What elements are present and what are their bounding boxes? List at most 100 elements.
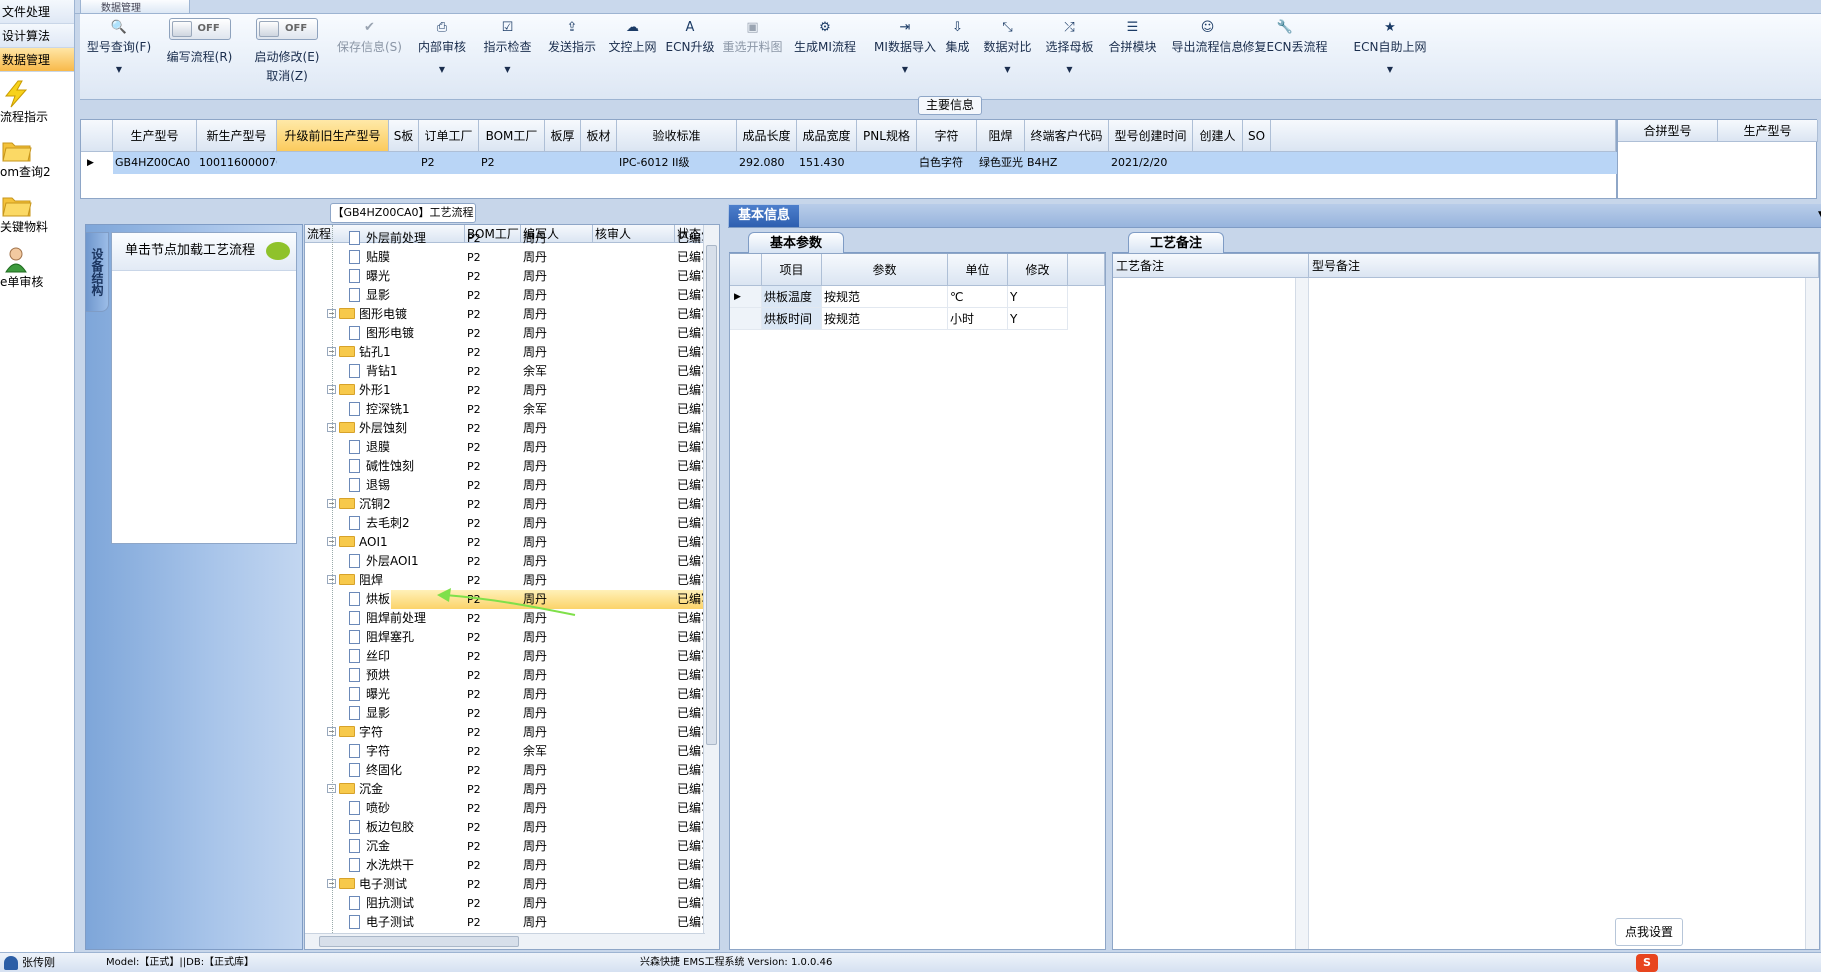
menu-item[interactable]: 设计算法 (0, 24, 74, 48)
main-info-row-selected[interactable] (113, 152, 1626, 174)
toolbar-button-5[interactable]: ⎙ 内部审核 ▼ (412, 14, 472, 74)
param-cell-edit[interactable]: Y (1008, 286, 1068, 308)
chevron-down-icon[interactable]: ▼ (1350, 65, 1430, 74)
tree-row[interactable]: 退锡 P2 周丹 已编写 (305, 476, 713, 495)
tree-node[interactable]: 曝光 (349, 685, 390, 704)
tab-basic-params[interactable]: 基本参数 (748, 232, 844, 253)
tree-node[interactable]: − AOI1 (327, 533, 388, 552)
grid-cell[interactable]: P2 (419, 152, 479, 174)
tree-row[interactable]: 外层前处理 P2 周丹 已编写 (305, 229, 713, 248)
tree-row[interactable]: 贴膜 P2 周丹 已编写 (305, 248, 713, 267)
tree-row[interactable]: 板边包胶 P2 周丹 已编写 (305, 818, 713, 837)
cancel-label[interactable]: 取消(Z) (247, 67, 327, 84)
chevron-down-icon[interactable]: ▼ (84, 65, 154, 74)
tree-node[interactable]: 烘板 (349, 590, 390, 609)
toolbar-button-13[interactable]: ⇩ 集成 (940, 14, 975, 55)
tree-node[interactable]: − 外形1 (327, 381, 391, 400)
note-column-header[interactable]: 工艺备注 (1113, 254, 1309, 278)
tree-row[interactable]: 曝光 P2 周丹 已编写 (305, 685, 713, 704)
tree-row[interactable]: 显影 P2 周丹 已编写 (305, 286, 713, 305)
tree-node[interactable]: 预烘 (349, 666, 390, 685)
toolbar-button-9[interactable]: A ECN升级 (665, 14, 715, 55)
off-toggle[interactable]: OFF (256, 18, 318, 40)
toolbar-button-19[interactable]: ★ ECN自助上网 ▼ (1350, 14, 1430, 74)
grid-cell[interactable]: 白色字符 (917, 152, 977, 174)
settings-button[interactable]: 点我设置 (1615, 918, 1683, 946)
tree-row[interactable]: 阻抗测试 P2 周丹 已编写 (305, 894, 713, 913)
tree-node[interactable]: 背钻1 (349, 362, 398, 381)
tree-row[interactable]: 退膜 P2 周丹 已编写 (305, 438, 713, 457)
nav-item[interactable]: e单审核 (0, 239, 74, 294)
tree-row[interactable]: − 钻孔1 P2 周丹 已编写 (305, 343, 713, 362)
column-header[interactable]: 板厚 (545, 120, 581, 152)
menu-item[interactable]: 文件处理 (0, 0, 74, 24)
param-column-header[interactable]: 单位 (948, 254, 1008, 286)
tree-node[interactable]: 阻焊塞孔 (349, 628, 414, 647)
tree-row[interactable]: 水洗烘干 P2 周丹 已编写 (305, 856, 713, 875)
write-flow-toggle[interactable]: OFF 编写流程(R) (162, 14, 237, 65)
tree-row[interactable]: 阻焊塞孔 P2 周丹 已编写 (305, 628, 713, 647)
tree-node[interactable]: 阻抗测试 (349, 894, 414, 913)
column-header[interactable]: 新生产型号 (197, 120, 277, 152)
off-toggle[interactable]: OFF (168, 18, 231, 40)
ime-icon[interactable]: S (1636, 954, 1658, 972)
tree-node[interactable]: 退膜 (349, 438, 390, 457)
tree-node[interactable]: − 沉金 (327, 780, 383, 799)
tree-row[interactable]: 背钻1 P2 余军 已编写 (305, 362, 713, 381)
toolbar-button-18[interactable]: 🔧 修复ECN丢流程 (1240, 14, 1330, 55)
tree-node[interactable]: 贴膜 (349, 248, 390, 267)
tree-node[interactable]: 丝印 (349, 647, 390, 666)
tree-horizontal-scrollbar[interactable] (305, 933, 705, 949)
tree-node[interactable]: 终固化 (349, 761, 402, 780)
toolbar-button-16[interactable]: ☰ 合拼模块 (1105, 14, 1160, 55)
tree-node[interactable]: 字符 (349, 742, 390, 761)
grid-cell[interactable]: 151.430 (797, 152, 857, 174)
tree-node[interactable]: 去毛刺2 (349, 514, 410, 533)
param-cell-item[interactable]: 烘板时间 (762, 308, 822, 330)
grid-cell[interactable]: IPC-6012 II级 (617, 152, 737, 174)
column-header[interactable]: 创建人 (1193, 120, 1243, 152)
start-edit-toggle[interactable]: OFF 启动修改(E) 取消(Z) (247, 14, 327, 84)
chevron-down-icon[interactable]: ▼ (480, 65, 535, 74)
load-flow-box[interactable]: 单击节点加载工艺流程 (111, 232, 297, 544)
column-header[interactable]: 升级前旧生产型号 (277, 120, 389, 152)
tree-scroll-thumb[interactable] (706, 245, 717, 745)
param-cell-edit[interactable]: Y (1008, 308, 1068, 330)
note-column-header[interactable]: 型号备注 (1309, 254, 1819, 278)
column-header[interactable]: 成品长度 (737, 120, 797, 152)
tree-row[interactable]: 喷砂 P2 周丹 已编写 (305, 799, 713, 818)
tree-row[interactable]: 电子测试 P2 周丹 已编写 (305, 913, 713, 932)
tree-node[interactable]: 水洗烘干 (349, 856, 414, 875)
param-cell-unit[interactable]: ℃ (948, 286, 1008, 308)
chevron-down-icon[interactable]: ▼ (1042, 65, 1097, 74)
grid-cell[interactable]: B4HZ (1025, 152, 1109, 174)
param-cell-item[interactable]: 烘板温度 (762, 286, 822, 308)
param-cell-unit[interactable]: 小时 (948, 308, 1008, 330)
param-cell-value[interactable]: 按规范 (822, 308, 948, 330)
tree-row[interactable]: 字符 P2 余军 已编写 (305, 742, 713, 761)
nav-item[interactable]: 关键物料 (0, 184, 74, 239)
tree-row[interactable]: − 沉铜2 P2 周丹 已编写 (305, 495, 713, 514)
tree-node[interactable]: 碱性蚀刻 (349, 457, 414, 476)
tree-row[interactable]: 去毛刺2 P2 周丹 已编写 (305, 514, 713, 533)
column-header[interactable]: 成品宽度 (797, 120, 857, 152)
toolbar-button-15[interactable]: ⤮ 选择母板 ▼ (1042, 14, 1097, 74)
tree-row[interactable]: − 图形电镀 P2 周丹 已编写 (305, 305, 713, 324)
merge-column-header[interactable]: 生产型号 (1718, 120, 1818, 142)
tab-data-management[interactable]: 数据管理 (80, 0, 190, 14)
toolbar-button-10[interactable]: ▣ 重选开料图 (720, 14, 785, 55)
note-scrollbar[interactable] (1295, 278, 1309, 949)
tree-row[interactable]: 外层AOI1 P2 周丹 已编写 (305, 552, 713, 571)
tree-node[interactable]: 图形电镀 (349, 324, 414, 343)
tree-row[interactable]: − 沉金 P2 周丹 已编写 (305, 780, 713, 799)
tree-row[interactable]: 预烘 P2 周丹 已编写 (305, 666, 713, 685)
tree-node[interactable]: 曝光 (349, 267, 390, 286)
toolbar-button-7[interactable]: ⇪ 发送指示 (542, 14, 602, 55)
column-header[interactable]: 字符 (917, 120, 977, 152)
toolbar-button-1[interactable]: 🔍 型号查询(F) ▼ (84, 14, 154, 74)
tree-row[interactable]: 终固化 P2 周丹 已编写 (305, 761, 713, 780)
tree-row[interactable]: − 外形1 P2 周丹 已编写 (305, 381, 713, 400)
tree-node[interactable]: − 阻焊 (327, 571, 383, 590)
toolbar-button-12[interactable]: ⇥ MI数据导入 ▼ (870, 14, 940, 74)
tree-node[interactable]: 显影 (349, 704, 390, 723)
